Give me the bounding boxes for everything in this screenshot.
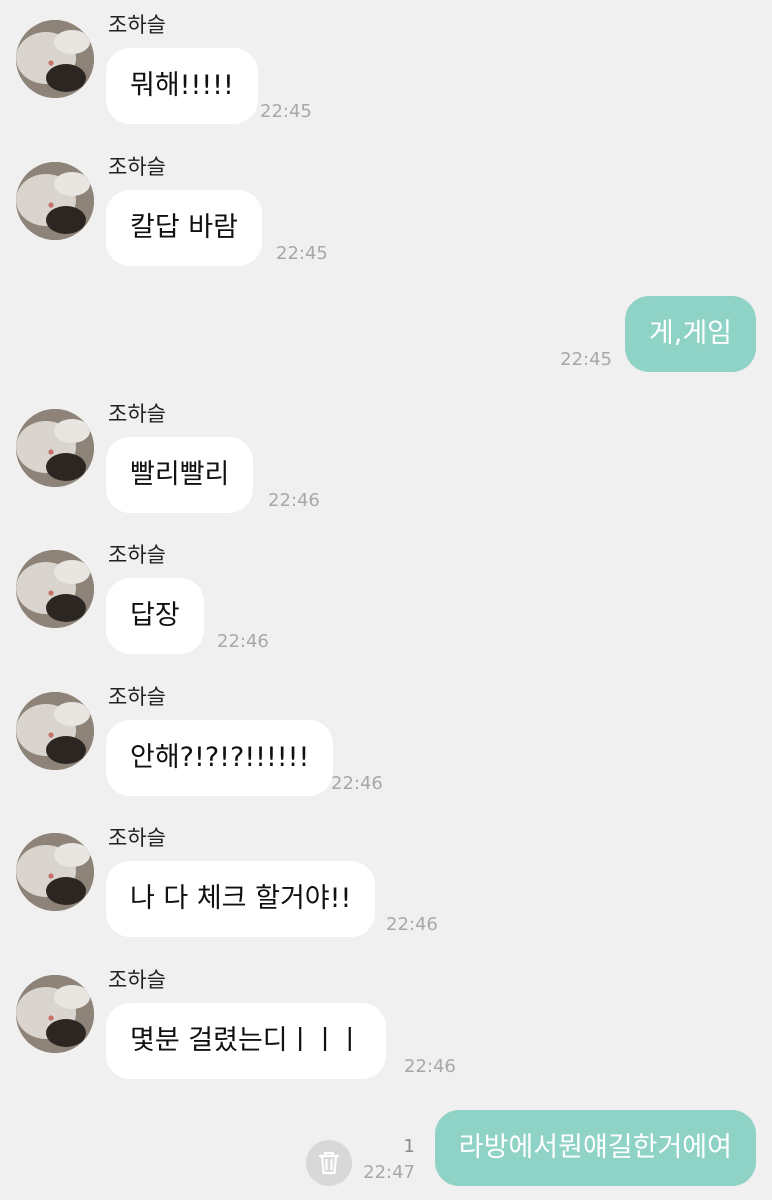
message-bubble[interactable]: 빨리빨리	[106, 437, 254, 513]
avatar[interactable]	[16, 162, 94, 240]
message-incoming: 조하슬 칼답 바람 22:45	[0, 142, 772, 282]
sender-name: 조하슬	[108, 968, 166, 992]
timestamp: 22:46	[386, 914, 438, 935]
sender-name: 조하슬	[108, 402, 166, 426]
sender-name: 조하슬	[108, 13, 166, 37]
trash-icon[interactable]	[306, 1140, 352, 1186]
message-bubble[interactable]: 게,게임	[624, 296, 756, 372]
message-incoming: 조하슬 답장 22:46	[0, 530, 772, 670]
avatar[interactable]	[16, 550, 94, 628]
sender-name: 조하슬	[108, 685, 166, 709]
message-incoming: 조하슬 뭐해!!!!! 22:45	[0, 0, 772, 140]
message-incoming: 조하슬 빨리빨리 22:46	[0, 389, 772, 529]
message-bubble[interactable]: 몇분 걸렸는디ㅣㅣㅣ	[106, 1003, 387, 1079]
message-bubble[interactable]: 칼답 바람	[106, 190, 262, 266]
timestamp: 22:46	[268, 490, 320, 511]
avatar[interactable]	[16, 692, 94, 770]
message-bubble[interactable]: 뭐해!!!!!	[106, 48, 258, 124]
timestamp: 22:45	[276, 243, 328, 264]
timestamp: 22:45	[260, 101, 312, 122]
message-incoming: 조하슬 안해?!?!?!!!!!! 22:46	[0, 672, 772, 812]
message-outgoing: 게,게임 22:45	[0, 296, 772, 376]
message-bubble[interactable]: 나 다 체크 할거야!!	[106, 861, 376, 937]
sender-name: 조하슬	[108, 543, 166, 567]
avatar[interactable]	[16, 975, 94, 1053]
avatar[interactable]	[16, 833, 94, 911]
timestamp: 22:46	[217, 631, 269, 652]
timestamp: 22:46	[404, 1056, 456, 1077]
message-bubble[interactable]: 답장	[106, 578, 204, 654]
message-bubble[interactable]: 라방에서뭔얘길한거에여	[434, 1110, 756, 1186]
sender-name: 조하슬	[108, 155, 166, 179]
message-incoming: 조하슬 나 다 체크 할거야!! 22:46	[0, 813, 772, 953]
timestamp: 22:45	[560, 349, 612, 370]
message-bubble[interactable]: 안해?!?!?!!!!!!	[106, 720, 334, 796]
avatar[interactable]	[16, 409, 94, 487]
message-outgoing: 라방에서뭔얘길한거에여 1 22:47	[0, 1110, 772, 1190]
message-incoming: 조하슬 몇분 걸렸는디ㅣㅣㅣ 22:46	[0, 955, 772, 1095]
sender-name: 조하슬	[108, 826, 166, 850]
unread-count: 1	[403, 1136, 415, 1157]
avatar[interactable]	[16, 20, 94, 98]
timestamp: 22:47	[363, 1162, 415, 1183]
timestamp: 22:46	[331, 773, 383, 794]
